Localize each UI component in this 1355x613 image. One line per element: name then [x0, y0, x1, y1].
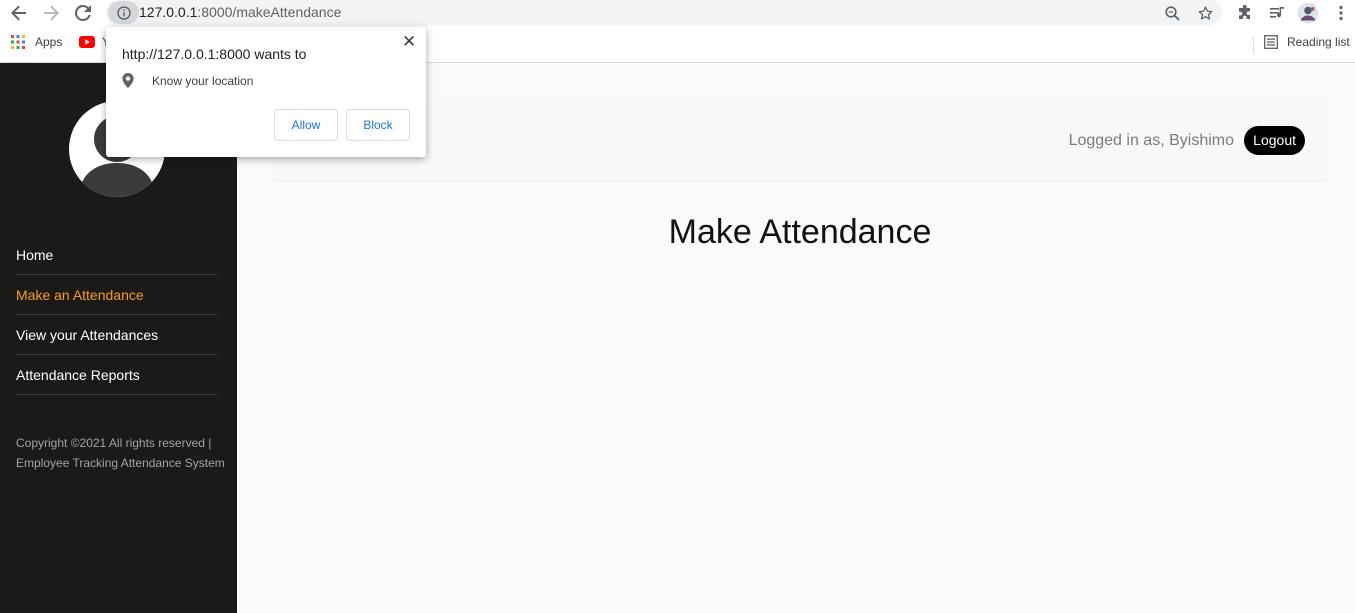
browser-toolbar: 127.0.0.1:8000/makeAttendance — [0, 0, 1355, 26]
close-icon[interactable]: ✕ — [402, 33, 416, 50]
reading-list-icon — [1264, 35, 1278, 49]
allow-button[interactable]: Allow — [274, 109, 338, 141]
back-icon[interactable] — [8, 2, 30, 24]
sidebar-item-home[interactable]: Home — [16, 235, 218, 275]
logout-button[interactable]: Logout — [1244, 126, 1305, 155]
copyright-text: Copyright ©2021 All rights reserved | Em… — [16, 436, 225, 470]
header-bar: Logged in as, Byishimo Logout — [275, 101, 1325, 180]
page-title: Make Attendance — [668, 213, 932, 251]
extensions-icon[interactable] — [1234, 2, 1256, 24]
reading-list[interactable]: Reading list — [1264, 35, 1350, 49]
sidebar-item-view-attendances[interactable]: View your Attendances — [16, 315, 218, 355]
sidebar-nav: Home Make an Attendance View your Attend… — [16, 235, 218, 395]
url-host: 127.0.0.1 — [139, 4, 198, 20]
bookmark-apps-label: Apps — [35, 35, 63, 49]
media-icon[interactable] — [1266, 2, 1288, 24]
menu-icon[interactable] — [1330, 2, 1352, 24]
location-permission-popup: http://127.0.0.1:8000 wants to ✕ Know yo… — [106, 27, 426, 157]
bookmark-apps[interactable]: Apps — [11, 35, 62, 49]
permission-label: Know your location — [152, 73, 254, 88]
bookmark-divider — [1253, 36, 1254, 54]
address-bar[interactable]: 127.0.0.1:8000/makeAttendance — [106, 0, 1222, 25]
sidebar-item-make-attendance[interactable]: Make an Attendance — [16, 275, 218, 315]
block-button[interactable]: Block — [346, 109, 410, 141]
reading-list-label: Reading list — [1287, 35, 1350, 49]
zoom-icon[interactable] — [1162, 3, 1182, 23]
popup-title: http://127.0.0.1:8000 wants to — [122, 46, 307, 62]
profile-avatar[interactable] — [1297, 2, 1319, 24]
url-text: 127.0.0.1:8000/makeAttendance — [139, 4, 341, 20]
forward-icon[interactable] — [40, 2, 62, 24]
info-icon[interactable] — [108, 1, 139, 24]
apps-grid-icon — [11, 35, 25, 49]
youtube-icon — [79, 36, 95, 48]
permission-row: Know your location — [122, 73, 253, 88]
star-icon[interactable] — [1195, 3, 1215, 23]
reload-icon[interactable] — [72, 2, 94, 24]
url-path: :8000/makeAttendance — [197, 4, 342, 20]
location-pin-icon — [122, 73, 134, 88]
logged-in-text: Logged in as, Byishimo — [1068, 132, 1234, 149]
sidebar-item-attendance-reports[interactable]: Attendance Reports — [16, 355, 218, 395]
